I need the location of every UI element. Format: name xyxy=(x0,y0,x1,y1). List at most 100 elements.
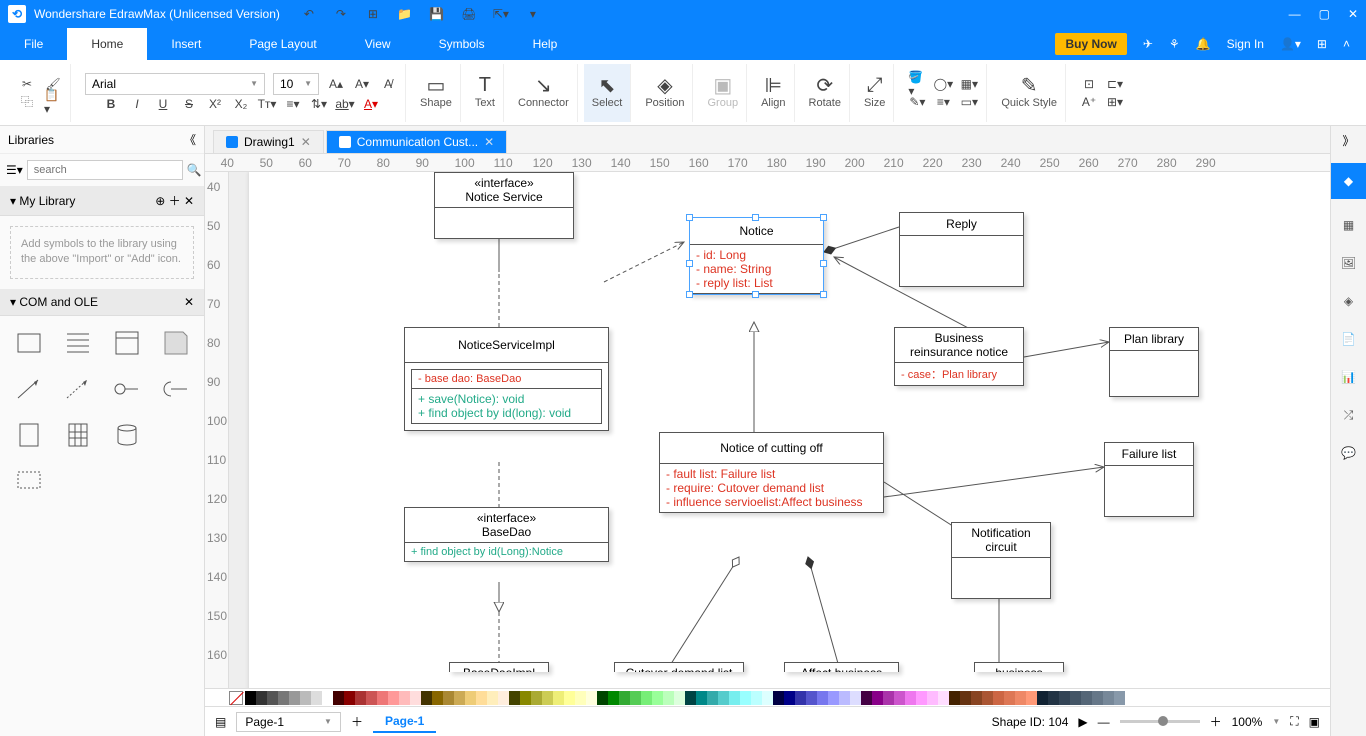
color-swatch[interactable] xyxy=(564,691,575,705)
color-swatch[interactable] xyxy=(740,691,751,705)
close-tab-icon[interactable]: ✕ xyxy=(301,135,311,149)
color-swatch[interactable] xyxy=(1004,691,1015,705)
color-swatch[interactable] xyxy=(1048,691,1059,705)
expand-right-icon[interactable]: 》 xyxy=(1342,132,1354,149)
color-swatch[interactable] xyxy=(729,691,740,705)
signin-link[interactable]: Sign In xyxy=(1227,37,1264,51)
color-swatch[interactable] xyxy=(806,691,817,705)
color-swatch[interactable] xyxy=(1026,691,1037,705)
color-swatch[interactable] xyxy=(751,691,762,705)
bell-icon[interactable]: 🔔 xyxy=(1196,37,1211,51)
sel-handle[interactable] xyxy=(686,214,693,221)
box-business[interactable]: Businessreinsurance notice - case：Plan l… xyxy=(894,327,1024,386)
text-tool-icon[interactable]: T xyxy=(476,77,494,95)
no-color-swatch[interactable] xyxy=(229,691,243,705)
layers-icon[interactable]: ◈ xyxy=(1337,289,1361,313)
grid-icon[interactable]: ▦ xyxy=(1337,213,1361,237)
undo-icon[interactable]: ↶ xyxy=(300,5,318,23)
color-swatch[interactable] xyxy=(1092,691,1103,705)
tab-pagelayout[interactable]: Page Layout xyxy=(225,28,340,60)
color-swatch[interactable] xyxy=(982,691,993,705)
fontcolor-icon[interactable]: A▾ xyxy=(362,95,380,113)
shape-lollipop[interactable] xyxy=(106,370,147,408)
page-setup-icon[interactable]: 📄 xyxy=(1337,327,1361,351)
textcase-icon[interactable]: Tᴛ▾ xyxy=(258,95,276,113)
color-swatch[interactable] xyxy=(597,691,608,705)
color-swatch[interactable] xyxy=(850,691,861,705)
color-swatch[interactable] xyxy=(872,691,883,705)
canvas[interactable]: «interface»Notice Service NoticeServiceI… xyxy=(229,172,1330,688)
color-swatch[interactable] xyxy=(256,691,267,705)
tab-symbols[interactable]: Symbols xyxy=(415,28,509,60)
quickstyle-icon[interactable]: ✎ xyxy=(1020,77,1038,95)
color-swatch[interactable] xyxy=(498,691,509,705)
color-swatch[interactable] xyxy=(1015,691,1026,705)
line-icon[interactable]: ◯▾ xyxy=(934,75,952,93)
color-swatch[interactable] xyxy=(927,691,938,705)
tab-home[interactable]: Home xyxy=(67,28,147,60)
color-swatch[interactable] xyxy=(674,691,685,705)
open-icon[interactable]: 📁 xyxy=(396,5,414,23)
color-swatch[interactable] xyxy=(1114,691,1125,705)
image-icon[interactable]: 🖼 xyxy=(1337,251,1361,275)
subscript-icon[interactable]: X₂ xyxy=(232,95,250,113)
zoom-out-icon[interactable]: — xyxy=(1098,715,1110,729)
color-swatch[interactable] xyxy=(388,691,399,705)
color-swatch[interactable] xyxy=(795,691,806,705)
shadow-icon[interactable]: ▦▾ xyxy=(960,75,978,93)
box-basedao[interactable]: «interface»BaseDao + find object by id(L… xyxy=(404,507,609,562)
color-swatch[interactable] xyxy=(377,691,388,705)
spacing-icon[interactable]: ⊞▾ xyxy=(1106,93,1124,111)
mylibrary-section[interactable]: ▾ My Library⊕ ＋ ✕ xyxy=(0,186,204,216)
color-swatch[interactable] xyxy=(971,691,982,705)
color-swatch[interactable] xyxy=(278,691,289,705)
color-swatch[interactable] xyxy=(355,691,366,705)
color-swatch[interactable] xyxy=(773,691,784,705)
underline-icon[interactable]: U xyxy=(154,95,172,113)
sel-handle[interactable] xyxy=(820,291,827,298)
apps-icon[interactable]: ⊞ xyxy=(1317,37,1327,51)
color-swatch[interactable] xyxy=(289,691,300,705)
color-swatch[interactable] xyxy=(762,691,773,705)
color-swatch[interactable] xyxy=(487,691,498,705)
box-notice-service[interactable]: «interface»Notice Service xyxy=(434,172,574,239)
color-swatch[interactable] xyxy=(641,691,652,705)
color-swatch[interactable] xyxy=(454,691,465,705)
page-select[interactable]: Page-1▼ xyxy=(236,712,341,732)
same-height-icon[interactable]: ⊏▾ xyxy=(1106,75,1124,93)
minimize-button[interactable]: — xyxy=(1289,7,1301,21)
cut-icon[interactable]: ✂ xyxy=(18,75,36,93)
same-width-icon[interactable]: ⊡ xyxy=(1080,75,1098,93)
color-swatch[interactable] xyxy=(399,691,410,705)
paste-icon[interactable]: 📋▾ xyxy=(44,93,62,111)
shape-rect[interactable] xyxy=(8,324,49,362)
search-icon[interactable]: 🔍 xyxy=(187,163,202,177)
color-swatch[interactable] xyxy=(894,691,905,705)
shape-header-rect[interactable] xyxy=(106,324,147,362)
shape-page[interactable] xyxy=(8,416,49,454)
color-swatch[interactable] xyxy=(839,691,850,705)
rotate-icon[interactable]: ⟳ xyxy=(816,77,834,95)
sel-handle[interactable] xyxy=(820,214,827,221)
send-icon[interactable]: ✈ xyxy=(1143,37,1153,51)
color-swatch[interactable] xyxy=(1037,691,1048,705)
box-affect[interactable]: Affect business xyxy=(784,662,899,672)
box-cutting-off[interactable]: Notice of cutting off - fault list: Fail… xyxy=(659,432,884,513)
box-notice-service-impl[interactable]: NoticeServiceImpl - base dao: BaseDao + … xyxy=(404,327,609,431)
doctab-communication[interactable]: Communication Cust...✕ xyxy=(326,130,507,153)
close-button[interactable]: ✕ xyxy=(1348,7,1358,21)
box-cutover-list[interactable]: Cutover demand list xyxy=(614,662,744,672)
align-icon[interactable]: ⊫ xyxy=(764,77,782,95)
fullscreen-icon[interactable]: ▣ xyxy=(1309,715,1320,729)
color-swatch[interactable] xyxy=(696,691,707,705)
qat-more-icon[interactable]: ▾ xyxy=(524,5,542,23)
zoom-slider[interactable] xyxy=(1120,720,1200,723)
collapse-panel-icon[interactable]: 《 xyxy=(184,131,196,148)
box-notif-circuit[interactable]: Notificationcircuit xyxy=(951,522,1051,599)
fill-icon[interactable]: 🪣▾ xyxy=(908,75,926,93)
print-icon[interactable]: 🖨 xyxy=(460,5,478,23)
color-swatch[interactable] xyxy=(949,691,960,705)
tab-insert[interactable]: Insert xyxy=(147,28,225,60)
new-icon[interactable]: ⊞ xyxy=(364,5,382,23)
shrink-font-icon[interactable]: A▾ xyxy=(353,75,371,93)
